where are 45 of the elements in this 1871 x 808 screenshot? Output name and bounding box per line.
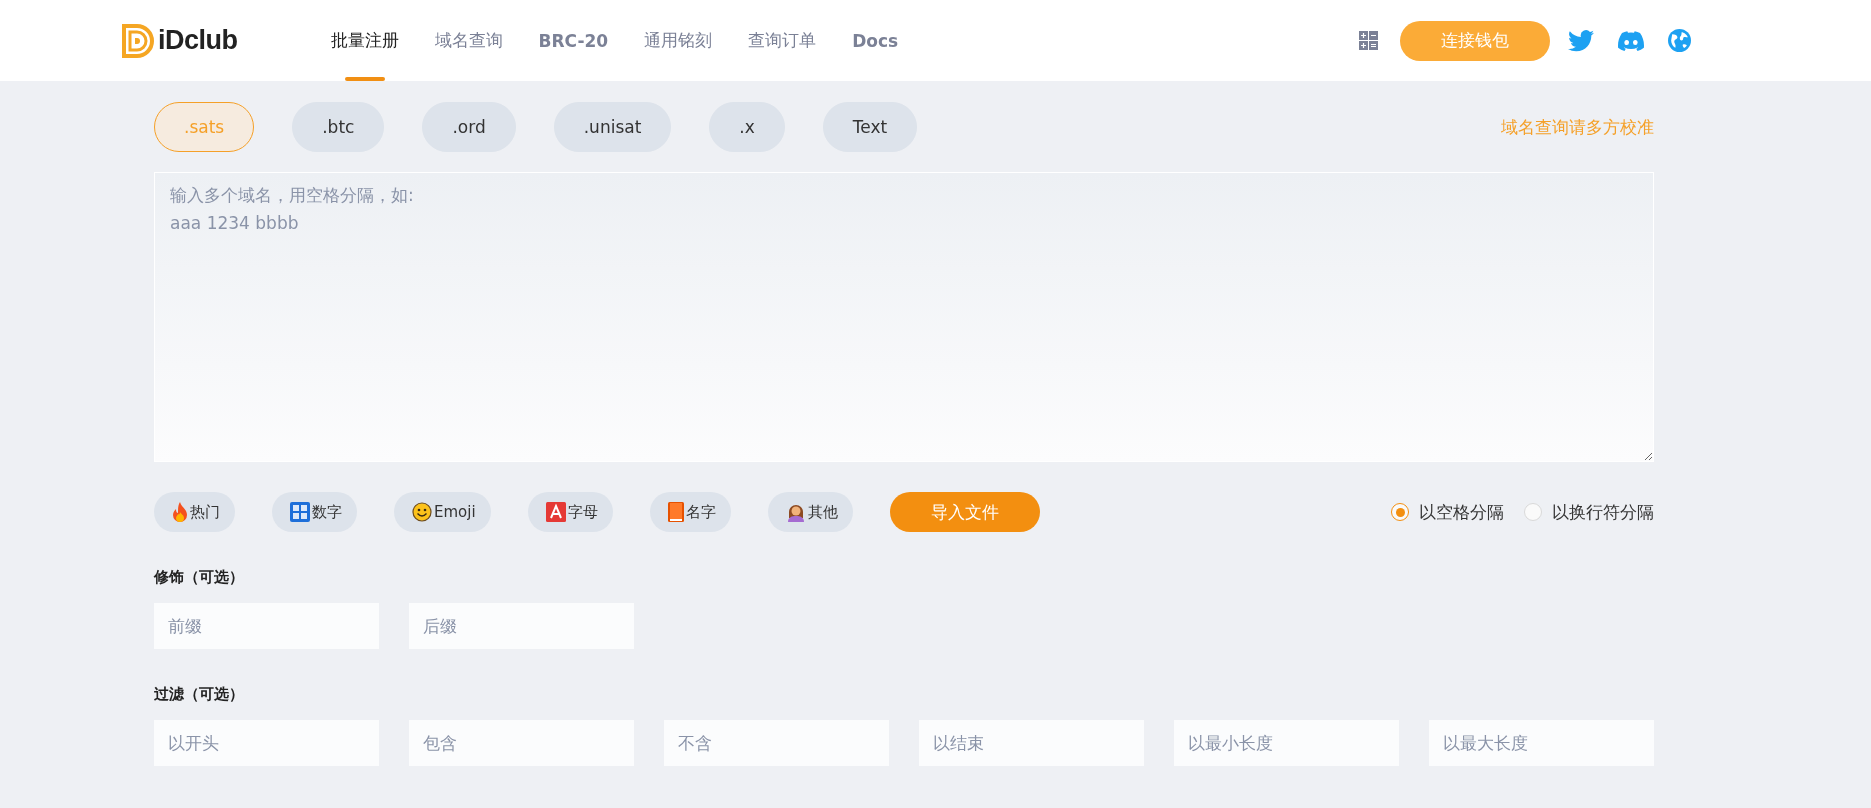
nav-tab[interactable]: BRC-20	[521, 0, 626, 81]
input-field[interactable]: 包含	[409, 720, 634, 766]
section-title: 过滤（可选）	[154, 685, 245, 704]
input-field[interactable]: 以最大长度	[1429, 720, 1654, 766]
category-chip[interactable]: 字母	[527, 492, 613, 532]
logo-text: iDclub	[158, 25, 238, 56]
number-grid-icon	[290, 502, 310, 522]
nav-tab[interactable]: Docs	[835, 0, 916, 81]
separator-radio[interactable]: 以换行符分隔	[1524, 500, 1654, 524]
category-chip[interactable]: 数字	[272, 492, 357, 532]
input-field[interactable]: 不含	[664, 720, 889, 766]
input-field[interactable]: 以开头	[154, 720, 379, 766]
category-chip[interactable]: 名字	[649, 492, 731, 532]
section-title: 修饰（可选）	[154, 568, 245, 587]
discord-icon[interactable]	[1618, 30, 1644, 51]
input-field[interactable]: 以最小长度	[1174, 720, 1399, 766]
flame-icon	[172, 502, 188, 522]
tld-chip[interactable]: .ord	[422, 102, 516, 152]
nav-tab[interactable]: 查询订单	[731, 0, 834, 81]
category-chip[interactable]: Emoji	[394, 492, 491, 532]
input-field[interactable]: 后缀	[409, 603, 634, 649]
nav-tab[interactable]: 域名查询	[417, 0, 520, 81]
logo-icon	[122, 23, 154, 58]
radio-dot-icon[interactable]	[1391, 503, 1409, 521]
letter-block-icon	[545, 502, 566, 522]
smiley-icon	[412, 502, 432, 522]
category-chip[interactable]: 热门	[154, 492, 235, 532]
radio-dot-icon[interactable]	[1524, 503, 1542, 521]
notice-text: 域名查询请多方校准	[1501, 115, 1654, 139]
tld-chip[interactable]: .x	[709, 102, 785, 152]
twitter-icon[interactable]	[1568, 29, 1594, 52]
category-chip[interactable]: 其他	[767, 492, 853, 532]
tld-chip[interactable]: .unisat	[553, 102, 672, 152]
calculator-icon[interactable]	[1359, 31, 1378, 50]
book-icon	[667, 502, 684, 522]
input-field[interactable]: 前缀	[154, 603, 379, 649]
domain-input-field[interactable]: 输入多个域名，用空格分隔，如: aaa 1234 bbbb	[154, 172, 1654, 462]
separator-radio[interactable]: 以空格分隔	[1391, 500, 1504, 524]
tld-chip[interactable]: Text	[822, 102, 918, 152]
nav-tab[interactable]: 批量注册	[313, 0, 416, 81]
input-field[interactable]: 以结束	[919, 720, 1144, 766]
person-icon	[785, 502, 806, 522]
nav-tab[interactable]: 通用铭刻	[627, 0, 730, 81]
tld-chip[interactable]: .btc	[292, 102, 385, 152]
globe-icon[interactable]	[1668, 29, 1691, 52]
